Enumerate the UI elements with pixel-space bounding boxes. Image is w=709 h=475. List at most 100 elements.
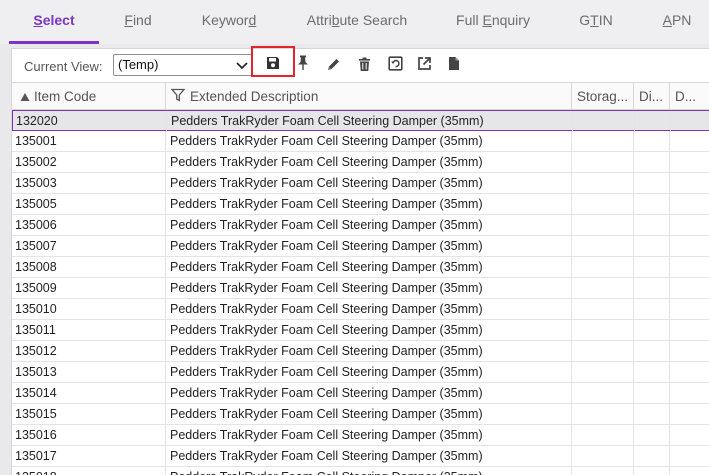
- sort-ascending-icon: [20, 84, 30, 110]
- table-row[interactable]: 135012 Pedders TrakRyder Foam Cell Steeri…: [12, 341, 709, 362]
- view-toolbar: Current View: (Temp): [12, 46, 709, 82]
- table-row[interactable]: 135009 Pedders TrakRyder Foam Cell Steeri…: [12, 278, 709, 299]
- d-cell: [670, 341, 709, 361]
- table-row[interactable]: 132020 Pedders TrakRyder Foam Cell Steeri…: [12, 110, 709, 131]
- d-cell: [670, 257, 709, 277]
- tab-label: GTIN: [579, 12, 613, 28]
- column-header-d[interactable]: D...: [670, 83, 709, 110]
- table-row[interactable]: 135013 Pedders TrakRyder Foam Cell Steeri…: [12, 362, 709, 383]
- d-cell: [670, 278, 709, 298]
- pin-icon[interactable]: [297, 55, 313, 71]
- trash-icon[interactable]: [358, 57, 374, 73]
- column-header-storage[interactable]: Storag...: [572, 83, 634, 110]
- tab-find[interactable]: Find: [105, 0, 171, 44]
- d-cell: [670, 194, 709, 214]
- d-cell: [670, 236, 709, 256]
- storage-cell: [572, 257, 634, 277]
- item-code-cell: 135012: [12, 341, 166, 361]
- item-code-cell: 135016: [12, 425, 166, 445]
- d-cell: [670, 404, 709, 424]
- column-header-item-code[interactable]: Item Code: [12, 83, 166, 110]
- table-row[interactable]: 135005 Pedders TrakRyder Foam Cell Steeri…: [12, 194, 709, 215]
- table-row[interactable]: 135010 Pedders TrakRyder Foam Cell Steeri…: [12, 299, 709, 320]
- storage-cell: [572, 278, 634, 298]
- di-cell: [634, 362, 670, 382]
- export-icon[interactable]: [417, 56, 433, 72]
- table-row[interactable]: 135016 Pedders TrakRyder Foam Cell Steeri…: [12, 425, 709, 446]
- d-cell: [670, 299, 709, 319]
- table-row[interactable]: 135014 Pedders TrakRyder Foam Cell Steeri…: [12, 383, 709, 404]
- tab-label: APN: [662, 12, 692, 28]
- item-code-cell: 135015: [12, 404, 166, 424]
- grid-rows: 132020 Pedders TrakRyder Foam Cell Steeri…: [12, 110, 709, 475]
- di-cell: [634, 236, 670, 256]
- storage-cell: [572, 404, 634, 424]
- tab-full-enquiry[interactable]: Full Enquiry: [448, 0, 538, 44]
- column-header-di[interactable]: Di...: [634, 83, 670, 110]
- tab-select[interactable]: Select: [9, 0, 99, 44]
- di-cell: [634, 215, 670, 235]
- document-icon[interactable]: [448, 56, 464, 72]
- tab-attribute-search[interactable]: Attribute Search: [296, 0, 418, 44]
- storage-cell: [572, 446, 634, 466]
- item-code-cell: 135010: [12, 299, 166, 319]
- tab-label: Full Enquiry: [456, 12, 530, 28]
- restore-icon[interactable]: [388, 56, 404, 72]
- storage-cell: [572, 131, 634, 151]
- tab-label: Select: [33, 12, 75, 28]
- storage-cell: [572, 236, 634, 256]
- table-row[interactable]: 135001 Pedders TrakRyder Foam Cell Steeri…: [12, 131, 709, 152]
- tab-keyword[interactable]: Keyword: [191, 0, 267, 44]
- current-view-select[interactable]: (Temp): [113, 54, 253, 76]
- d-cell: [670, 215, 709, 235]
- column-label: Di...: [639, 89, 664, 104]
- storage-cell: [572, 194, 634, 214]
- column-label: Storag...: [577, 89, 629, 104]
- item-code-cell: 135009: [12, 278, 166, 298]
- d-cell: [670, 320, 709, 340]
- description-cell: Pedders TrakRyder Foam Cell Steering Dam…: [166, 362, 572, 382]
- table-row[interactable]: 135015 Pedders TrakRyder Foam Cell Steeri…: [12, 404, 709, 425]
- di-cell: [634, 383, 670, 403]
- di-cell: [634, 299, 670, 319]
- di-cell: [634, 425, 670, 445]
- tab-apn[interactable]: APN: [652, 0, 702, 44]
- d-cell: [670, 173, 709, 193]
- item-code-cell: 135002: [12, 152, 166, 172]
- item-code-cell: 135001: [12, 131, 166, 151]
- description-cell: Pedders TrakRyder Foam Cell Steering Dam…: [166, 173, 572, 193]
- item-code-cell: 132020: [13, 111, 167, 131]
- table-row[interactable]: 135007 Pedders TrakRyder Foam Cell Steeri…: [12, 236, 709, 257]
- description-cell: Pedders TrakRyder Foam Cell Steering Dam…: [166, 215, 572, 235]
- description-cell: Pedders TrakRyder Foam Cell Steering Dam…: [166, 152, 572, 172]
- description-cell: Pedders TrakRyder Foam Cell Steering Dam…: [167, 111, 573, 131]
- table-row[interactable]: 135017 Pedders TrakRyder Foam Cell Steeri…: [12, 446, 709, 467]
- di-cell: [634, 173, 670, 193]
- storage-cell: [572, 299, 634, 319]
- pencil-icon[interactable]: [326, 57, 342, 73]
- di-cell: [635, 111, 671, 131]
- tab-label: Attribute Search: [306, 12, 408, 28]
- column-header-extended-description[interactable]: Extended Description: [166, 83, 572, 110]
- item-code-cell: 135007: [12, 236, 166, 256]
- description-cell: Pedders TrakRyder Foam Cell Steering Dam…: [166, 404, 572, 424]
- table-row[interactable]: 135008 Pedders TrakRyder Foam Cell Steeri…: [12, 257, 709, 278]
- table-row[interactable]: 135002 Pedders TrakRyder Foam Cell Steeri…: [12, 152, 709, 173]
- item-code-cell: 135013: [12, 362, 166, 382]
- description-cell: Pedders TrakRyder Foam Cell Steering Dam…: [166, 278, 572, 298]
- items-grid: Item Code Extended Description Storag...…: [12, 82, 709, 475]
- table-row[interactable]: 135003 Pedders TrakRyder Foam Cell Steeri…: [12, 173, 709, 194]
- storage-cell: [572, 173, 634, 193]
- column-label: D...: [675, 89, 697, 104]
- table-row[interactable]: 135011 Pedders TrakRyder Foam Cell Steeri…: [12, 320, 709, 341]
- item-code-cell: 135014: [12, 383, 166, 403]
- di-cell: [634, 131, 670, 151]
- item-code-cell: 135008: [12, 257, 166, 277]
- tab-gtin[interactable]: GTIN: [570, 0, 622, 44]
- current-view-label: Current View:: [24, 59, 103, 74]
- di-cell: [634, 320, 670, 340]
- table-row[interactable]: 135006 Pedders TrakRyder Foam Cell Steeri…: [12, 215, 709, 236]
- d-cell: [670, 362, 709, 382]
- column-label: Extended Description: [190, 89, 319, 104]
- description-cell: Pedders TrakRyder Foam Cell Steering Dam…: [166, 383, 572, 403]
